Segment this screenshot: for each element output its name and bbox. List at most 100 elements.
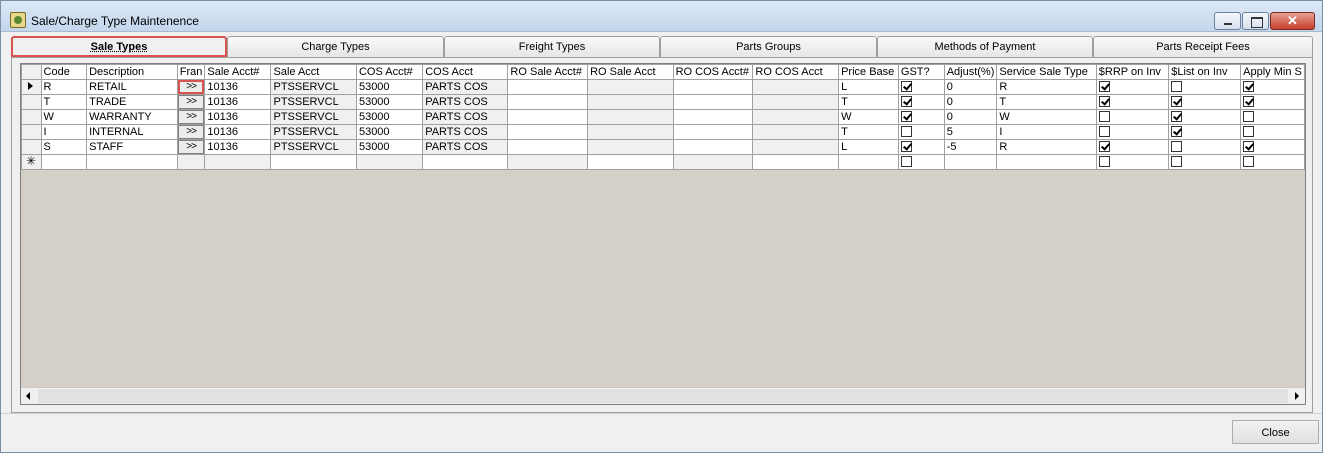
cell-ro-cos-acct-no[interactable]: [672, 79, 754, 95]
cell-ro-sale-acct[interactable]: [587, 79, 674, 95]
cell-rrp-on-inv[interactable]: [1095, 139, 1170, 155]
new-cell[interactable]: [752, 154, 840, 170]
rrp-on-inv-checkbox[interactable]: [1098, 156, 1110, 168]
new-cell[interactable]: [40, 154, 88, 170]
row-selector[interactable]: [21, 94, 42, 110]
horizontal-scrollbar[interactable]: [21, 387, 1305, 404]
apply-min-checkbox[interactable]: [1243, 96, 1255, 108]
rrp-on-inv-checkbox[interactable]: [1098, 96, 1110, 108]
row-selector[interactable]: [21, 109, 42, 125]
fran-button[interactable]: >>: [178, 125, 204, 139]
cell-gst[interactable]: [897, 139, 945, 155]
tab-freight-types[interactable]: Freight Types: [444, 36, 660, 57]
cell-list-on-inv[interactable]: [1168, 79, 1242, 95]
table-row[interactable]: W WARRANTY >> 10136 PTSSERVCL 53000 PARTS COS W…: [21, 109, 1305, 125]
cell-cos-acct[interactable]: PARTS COS: [422, 139, 509, 155]
row-selector[interactable]: [21, 139, 42, 155]
cell-ro-sale-acct-no[interactable]: [507, 109, 589, 125]
gst-checkbox[interactable]: [900, 156, 912, 168]
fran-button[interactable]: >>: [178, 140, 204, 154]
new-cell[interactable]: [587, 154, 674, 170]
cell-service-sale-type[interactable]: W: [996, 109, 1097, 125]
table-row[interactable]: R RETAIL >> 10136 PTSSERVCL 53000 PARTS COS L 0 R: [21, 79, 1305, 95]
title-bar[interactable]: Sale/Charge Type Maintenence ✕: [1, 1, 1322, 32]
sale-types-grid[interactable]: Code Description Fran Sale Acct# Sale Ac…: [20, 63, 1306, 405]
cell-code[interactable]: T: [40, 94, 88, 110]
cell-ro-cos-acct[interactable]: [752, 94, 840, 110]
cell-rrp-on-inv[interactable]: [1095, 124, 1170, 140]
cell-ro-cos-acct-no[interactable]: [672, 94, 754, 110]
cell-code[interactable]: I: [40, 124, 88, 140]
cell-rrp-on-inv[interactable]: [1095, 79, 1170, 95]
cell-apply-min[interactable]: [1240, 109, 1305, 125]
new-cell[interactable]: [996, 154, 1097, 170]
cell-cos-acct-no[interactable]: 53000: [355, 124, 424, 140]
cell-adjust[interactable]: 5: [943, 124, 998, 140]
cell-list-on-inv[interactable]: [1168, 124, 1242, 140]
col-header-ro-cos-acct-no[interactable]: RO COS Acct#: [672, 64, 754, 80]
cell-description[interactable]: INTERNAL: [86, 124, 178, 140]
cell-apply-min[interactable]: [1240, 94, 1305, 110]
cell-list-on-inv[interactable]: [1168, 109, 1242, 125]
cell-service-sale-type[interactable]: R: [996, 139, 1097, 155]
new-cell[interactable]: [270, 154, 357, 170]
cell-code[interactable]: R: [40, 79, 88, 95]
new-cell[interactable]: [422, 154, 509, 170]
gst-checkbox[interactable]: [900, 141, 912, 153]
new-cell[interactable]: [507, 154, 589, 170]
list-on-inv-checkbox[interactable]: [1171, 126, 1183, 138]
cell-ro-cos-acct[interactable]: [752, 139, 840, 155]
cell-cos-acct-no[interactable]: 53000: [355, 139, 424, 155]
tab-charge-types[interactable]: Charge Types: [227, 36, 444, 57]
new-cell[interactable]: [355, 154, 424, 170]
cell-gst[interactable]: [897, 109, 945, 125]
col-header-ro-sale-acct[interactable]: RO Sale Acct: [587, 64, 674, 80]
rrp-on-inv-checkbox[interactable]: [1098, 141, 1110, 153]
tab-parts-receipt-fees[interactable]: Parts Receipt Fees: [1093, 36, 1313, 57]
cell-sale-acct-no[interactable]: 10136: [204, 124, 272, 140]
maximize-button[interactable]: [1242, 12, 1269, 30]
col-header-apply-min[interactable]: Apply Min S: [1240, 64, 1305, 80]
scroll-thumb[interactable]: [38, 389, 1288, 403]
gst-checkbox[interactable]: [900, 81, 912, 93]
col-header-fran[interactable]: Fran: [176, 64, 206, 80]
cell-description[interactable]: TRADE: [86, 94, 178, 110]
cell-sale-acct[interactable]: PTSSERVCL: [270, 139, 357, 155]
cell-cos-acct[interactable]: PARTS COS: [422, 124, 509, 140]
tab-parts-groups[interactable]: Parts Groups: [660, 36, 877, 57]
cell-sale-acct[interactable]: PTSSERVCL: [270, 94, 357, 110]
cell-cos-acct[interactable]: PARTS COS: [422, 109, 509, 125]
new-cell[interactable]: [838, 154, 899, 170]
new-cell[interactable]: [672, 154, 754, 170]
col-header-gst[interactable]: GST?: [897, 64, 945, 80]
new-cell[interactable]: [86, 154, 178, 170]
gst-checkbox[interactable]: [900, 96, 912, 108]
col-header-sale-acct-no[interactable]: Sale Acct#: [204, 64, 272, 80]
cell-cos-acct-no[interactable]: 53000: [355, 79, 424, 95]
cell-sale-acct[interactable]: PTSSERVCL: [270, 109, 357, 125]
cell-ro-sale-acct[interactable]: [587, 124, 674, 140]
col-header-description[interactable]: Description: [86, 64, 178, 80]
cell-code[interactable]: W: [40, 109, 88, 125]
col-header-list-on-inv[interactable]: $List on Inv: [1168, 64, 1242, 80]
col-header-adjust[interactable]: Adjust(%): [943, 64, 998, 80]
cell-ro-cos-acct-no[interactable]: [672, 139, 754, 155]
apply-min-checkbox[interactable]: [1243, 156, 1255, 168]
new-cell-apply[interactable]: [1240, 154, 1305, 170]
cell-sale-acct-no[interactable]: 10136: [204, 94, 272, 110]
cell-list-on-inv[interactable]: [1168, 139, 1242, 155]
cell-cos-acct[interactable]: PARTS COS: [422, 79, 509, 95]
col-header-ro-sale-acct-no[interactable]: RO Sale Acct#: [507, 64, 589, 80]
cell-ro-sale-acct-no[interactable]: [507, 139, 589, 155]
rrp-on-inv-checkbox[interactable]: [1098, 111, 1110, 123]
rrp-on-inv-checkbox[interactable]: [1098, 81, 1110, 93]
cell-ro-cos-acct-no[interactable]: [672, 109, 754, 125]
cell-ro-cos-acct-no[interactable]: [672, 124, 754, 140]
cell-description[interactable]: RETAIL: [86, 79, 178, 95]
list-on-inv-checkbox[interactable]: [1171, 141, 1183, 153]
table-row[interactable]: S STAFF >> 10136 PTSSERVCL 53000 PARTS COS L -5 R: [21, 139, 1305, 155]
apply-min-checkbox[interactable]: [1243, 81, 1255, 93]
list-on-inv-checkbox[interactable]: [1171, 96, 1183, 108]
close-button[interactable]: Close: [1232, 420, 1319, 444]
new-row-selector[interactable]: ✳: [21, 154, 42, 170]
